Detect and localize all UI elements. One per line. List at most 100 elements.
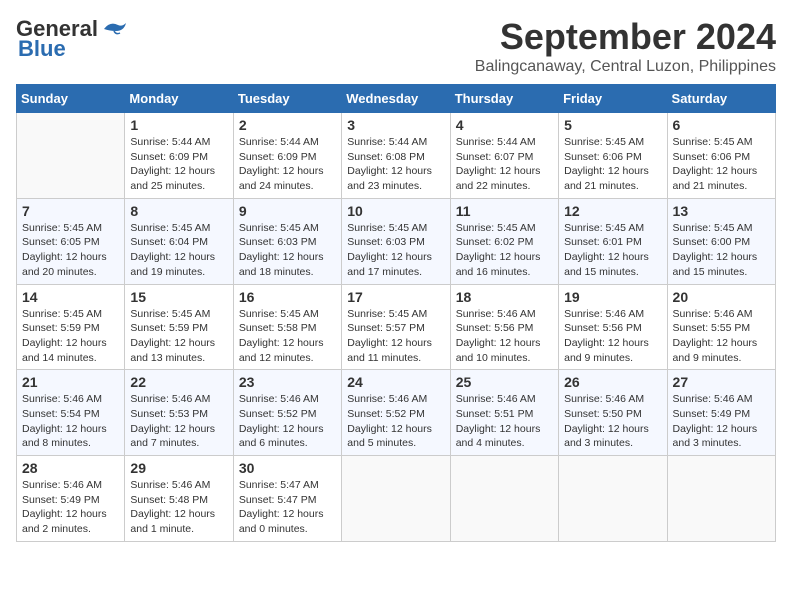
day-info: Sunrise: 5:45 AM Sunset: 6:05 PM Dayligh…: [22, 221, 119, 280]
calendar-body: 1 Sunrise: 5:44 AM Sunset: 6:09 PM Daylig…: [17, 113, 776, 542]
calendar-cell: 20 Sunrise: 5:46 AM Sunset: 5:55 PM Dayli…: [667, 284, 775, 370]
day-info: Sunrise: 5:46 AM Sunset: 5:56 PM Dayligh…: [456, 307, 553, 366]
day-info: Sunrise: 5:45 AM Sunset: 6:01 PM Dayligh…: [564, 221, 661, 280]
day-info: Sunrise: 5:46 AM Sunset: 5:55 PM Dayligh…: [673, 307, 770, 366]
day-info: Sunrise: 5:46 AM Sunset: 5:52 PM Dayligh…: [239, 392, 336, 451]
day-number: 21: [22, 374, 119, 390]
day-number: 2: [239, 117, 336, 133]
day-info: Sunrise: 5:45 AM Sunset: 6:06 PM Dayligh…: [564, 135, 661, 194]
day-info: Sunrise: 5:46 AM Sunset: 5:52 PM Dayligh…: [347, 392, 444, 451]
location-title: Balingcanaway, Central Luzon, Philippine…: [475, 58, 776, 76]
calendar-cell: 23 Sunrise: 5:46 AM Sunset: 5:52 PM Dayli…: [233, 370, 341, 456]
day-info: Sunrise: 5:47 AM Sunset: 5:47 PM Dayligh…: [239, 478, 336, 537]
day-info: Sunrise: 5:44 AM Sunset: 6:07 PM Dayligh…: [456, 135, 553, 194]
day-number: 14: [22, 289, 119, 305]
calendar-cell: 10Sunrise: 5:45 AM Sunset: 6:03 PM Dayli…: [342, 198, 450, 284]
title-section: September 2024 Balingcanaway, Central Lu…: [475, 16, 776, 76]
calendar-cell: 1Sunrise: 5:44 AM Sunset: 6:09 PM Daylig…: [125, 113, 233, 199]
day-number: 20: [673, 289, 770, 305]
day-number: 27: [673, 374, 770, 390]
weekday-header-cell: Thursday: [450, 85, 558, 113]
day-number: 29: [130, 460, 227, 476]
day-info: Sunrise: 5:45 AM Sunset: 6:03 PM Dayligh…: [239, 221, 336, 280]
day-number: 18: [456, 289, 553, 305]
calendar-cell: 27 Sunrise: 5:46 AM Sunset: 5:49 PM Dayli…: [667, 370, 775, 456]
day-info: Sunrise: 5:45 AM Sunset: 6:02 PM Dayligh…: [456, 221, 553, 280]
day-info: Sunrise: 5:45 AM Sunset: 6:00 PM Dayligh…: [673, 221, 770, 280]
calendar-cell: 12 Sunrise: 5:45 AM Sunset: 6:01 PM Dayli…: [559, 198, 667, 284]
weekday-header-cell: Monday: [125, 85, 233, 113]
calendar-cell: 29 Sunrise: 5:46 AM Sunset: 5:48 PM Dayli…: [125, 456, 233, 542]
calendar-cell: [17, 113, 125, 199]
day-info: Sunrise: 5:45 AM Sunset: 6:03 PM Dayligh…: [347, 221, 444, 280]
calendar-cell: 18 Sunrise: 5:46 AM Sunset: 5:56 PM Dayli…: [450, 284, 558, 370]
day-info: Sunrise: 5:46 AM Sunset: 5:48 PM Dayligh…: [130, 478, 227, 537]
calendar-cell: 4 Sunrise: 5:44 AM Sunset: 6:07 PM Daylig…: [450, 113, 558, 199]
calendar-cell: 30 Sunrise: 5:47 AM Sunset: 5:47 PM Dayli…: [233, 456, 341, 542]
day-number: 26: [564, 374, 661, 390]
calendar-cell: [667, 456, 775, 542]
day-info: Sunrise: 5:46 AM Sunset: 5:56 PM Dayligh…: [564, 307, 661, 366]
calendar-cell: 8 Sunrise: 5:45 AM Sunset: 6:04 PM Daylig…: [125, 198, 233, 284]
day-info: Sunrise: 5:46 AM Sunset: 5:50 PM Dayligh…: [564, 392, 661, 451]
logo-bird-icon: [100, 19, 128, 39]
calendar-row: 14 Sunrise: 5:45 AM Sunset: 5:59 PM Dayli…: [17, 284, 776, 370]
calendar-cell: 6 Sunrise: 5:45 AM Sunset: 6:06 PM Daylig…: [667, 113, 775, 199]
day-number: 11: [456, 203, 553, 219]
weekday-header-cell: Friday: [559, 85, 667, 113]
calendar-cell: 25Sunrise: 5:46 AM Sunset: 5:51 PM Dayli…: [450, 370, 558, 456]
day-info: Sunrise: 5:45 AM Sunset: 5:58 PM Dayligh…: [239, 307, 336, 366]
day-info: Sunrise: 5:46 AM Sunset: 5:54 PM Dayligh…: [22, 392, 119, 451]
day-number: 12: [564, 203, 661, 219]
calendar-cell: 17 Sunrise: 5:45 AM Sunset: 5:57 PM Dayli…: [342, 284, 450, 370]
day-number: 19: [564, 289, 661, 305]
day-number: 1: [130, 117, 227, 133]
calendar-cell: 9 Sunrise: 5:45 AM Sunset: 6:03 PM Daylig…: [233, 198, 341, 284]
calendar-cell: [559, 456, 667, 542]
day-info: Sunrise: 5:46 AM Sunset: 5:49 PM Dayligh…: [673, 392, 770, 451]
day-number: 25: [456, 374, 553, 390]
calendar-cell: 21 Sunrise: 5:46 AM Sunset: 5:54 PM Dayli…: [17, 370, 125, 456]
day-number: 3: [347, 117, 444, 133]
day-number: 13: [673, 203, 770, 219]
calendar-row: 7Sunrise: 5:45 AM Sunset: 6:05 PM Daylig…: [17, 198, 776, 284]
calendar-cell: 11 Sunrise: 5:45 AM Sunset: 6:02 PM Dayli…: [450, 198, 558, 284]
calendar-cell: 5 Sunrise: 5:45 AM Sunset: 6:06 PM Daylig…: [559, 113, 667, 199]
calendar-cell: 3Sunrise: 5:44 AM Sunset: 6:08 PM Daylig…: [342, 113, 450, 199]
calendar-cell: [450, 456, 558, 542]
day-info: Sunrise: 5:46 AM Sunset: 5:53 PM Dayligh…: [130, 392, 227, 451]
month-title: September 2024: [475, 16, 776, 58]
logo: General Blue: [16, 16, 128, 62]
day-number: 22: [130, 374, 227, 390]
day-number: 30: [239, 460, 336, 476]
calendar-cell: 7Sunrise: 5:45 AM Sunset: 6:05 PM Daylig…: [17, 198, 125, 284]
day-info: Sunrise: 5:44 AM Sunset: 6:09 PM Dayligh…: [239, 135, 336, 194]
day-number: 24: [347, 374, 444, 390]
calendar-row: 21 Sunrise: 5:46 AM Sunset: 5:54 PM Dayli…: [17, 370, 776, 456]
day-info: Sunrise: 5:45 AM Sunset: 5:57 PM Dayligh…: [347, 307, 444, 366]
day-number: 4: [456, 117, 553, 133]
day-number: 17: [347, 289, 444, 305]
calendar-cell: 22 Sunrise: 5:46 AM Sunset: 5:53 PM Dayli…: [125, 370, 233, 456]
day-number: 5: [564, 117, 661, 133]
day-info: Sunrise: 5:45 AM Sunset: 6:04 PM Dayligh…: [130, 221, 227, 280]
calendar-cell: [342, 456, 450, 542]
calendar-row: 1 Sunrise: 5:44 AM Sunset: 6:09 PM Daylig…: [17, 113, 776, 199]
calendar-cell: 16Sunrise: 5:45 AM Sunset: 5:58 PM Dayli…: [233, 284, 341, 370]
calendar-cell: 26 Sunrise: 5:46 AM Sunset: 5:50 PM Dayli…: [559, 370, 667, 456]
day-number: 6: [673, 117, 770, 133]
day-info: Sunrise: 5:46 AM Sunset: 5:49 PM Dayligh…: [22, 478, 119, 537]
calendar-cell: 14 Sunrise: 5:45 AM Sunset: 5:59 PM Dayli…: [17, 284, 125, 370]
weekday-header-cell: Saturday: [667, 85, 775, 113]
day-number: 9: [239, 203, 336, 219]
day-info: Sunrise: 5:45 AM Sunset: 6:06 PM Dayligh…: [673, 135, 770, 194]
day-number: 23: [239, 374, 336, 390]
calendar-cell: 2 Sunrise: 5:44 AM Sunset: 6:09 PM Daylig…: [233, 113, 341, 199]
day-info: Sunrise: 5:45 AM Sunset: 5:59 PM Dayligh…: [130, 307, 227, 366]
calendar-table: SundayMondayTuesdayWednesdayThursdayFrid…: [16, 84, 776, 542]
calendar-cell: 19 Sunrise: 5:46 AM Sunset: 5:56 PM Dayli…: [559, 284, 667, 370]
day-info: Sunrise: 5:45 AM Sunset: 5:59 PM Dayligh…: [22, 307, 119, 366]
day-number: 8: [130, 203, 227, 219]
calendar-cell: 13 Sunrise: 5:45 AM Sunset: 6:00 PM Dayli…: [667, 198, 775, 284]
weekday-header-cell: Wednesday: [342, 85, 450, 113]
